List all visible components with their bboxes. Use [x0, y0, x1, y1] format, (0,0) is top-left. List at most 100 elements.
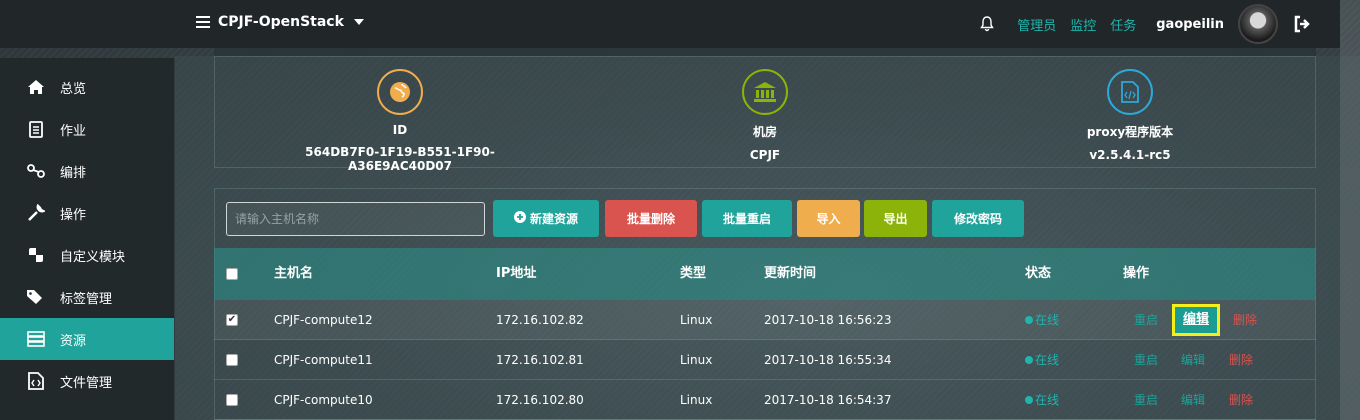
delete-link[interactable]: 删除 — [1229, 340, 1253, 380]
header-hostname: 主机名 — [274, 266, 314, 281]
new-resource-label: 新建资源 — [529, 212, 578, 226]
status-cell: 在线 — [1025, 340, 1059, 380]
sidebar-item-label: 作业 — [60, 123, 87, 139]
sidebar-item-tags[interactable]: 标签管理 — [0, 276, 174, 318]
sidebar-item-custom-module[interactable]: 自定义模块 — [0, 234, 174, 276]
project-name: CPJF-OpenStack — [218, 14, 344, 30]
edit-link[interactable]: 编辑 — [1172, 304, 1220, 336]
domain-room-block: 机房 CPJF — [635, 69, 895, 162]
table-header: 主机名 IP地址 类型 更新时间 状态 操作 — [214, 248, 1316, 300]
edit-link[interactable]: 编辑 — [1181, 380, 1205, 420]
restart-link[interactable]: 重启 — [1134, 340, 1158, 380]
username[interactable]: gaopeilin — [1156, 17, 1224, 32]
row-checkbox[interactable] — [226, 354, 238, 366]
restart-link[interactable]: 重启 — [1134, 380, 1158, 420]
row-checkbox[interactable] — [226, 394, 238, 406]
online-dot-icon — [1025, 396, 1033, 404]
status-cell: 在线 — [1025, 300, 1059, 340]
delete-link[interactable]: 删除 — [1229, 380, 1253, 420]
batch-delete-button[interactable]: 批量删除 — [605, 200, 697, 237]
list-icon — [196, 16, 210, 28]
file-code-icon — [26, 371, 46, 391]
page-scrollbar[interactable] — [1340, 0, 1360, 420]
sidebar-item-label: 自定义模块 — [60, 249, 126, 265]
sidebar: 总览 作业 编排 操作 自定义模块 标签管理 资源 文件管理 — [0, 66, 174, 402]
hostname-cell: CPJF-compute12 — [274, 313, 373, 327]
header-actions: 操作 — [1123, 266, 1150, 281]
globe-icon — [377, 69, 423, 115]
export-button[interactable]: 导出 — [864, 200, 927, 237]
project-switcher[interactable]: CPJF-OpenStack — [196, 14, 364, 30]
header-updated: 更新时间 — [764, 266, 817, 281]
status-cell: 在线 — [1025, 380, 1059, 420]
module-icon — [26, 245, 46, 265]
server-icon — [26, 329, 46, 349]
id-label: ID — [392, 123, 408, 137]
sidebar-item-label: 操作 — [60, 207, 87, 223]
edit-link[interactable]: 编辑 — [1181, 340, 1205, 380]
online-dot-icon — [1025, 356, 1033, 364]
logout-icon[interactable] — [1292, 14, 1312, 34]
file-code-icon — [1107, 69, 1153, 115]
status-text: 在线 — [1035, 393, 1060, 407]
top-bar: CPJF-OpenStack 管理员 监控 任务 gaopeilin — [0, 0, 1340, 48]
ip-cell: 172.16.102.80 — [496, 393, 584, 407]
tasks-link[interactable]: 任务 — [1110, 15, 1136, 34]
updated-cell: 2017-10-18 16:56:23 — [764, 313, 892, 327]
online-dot-icon — [1025, 316, 1033, 324]
batch-restart-button[interactable]: 批量重启 — [702, 200, 792, 237]
select-all-checkbox[interactable] — [226, 268, 238, 280]
sidebar-item-overview[interactable]: 总览 — [0, 66, 174, 108]
tags-icon — [26, 287, 46, 307]
ip-cell: 172.16.102.82 — [496, 313, 584, 327]
room-value: CPJF — [749, 148, 781, 162]
type-cell: Linux — [680, 313, 713, 327]
proxy-label: proxy程序版本 — [1086, 125, 1174, 139]
updated-cell: 2017-10-18 16:54:37 — [764, 393, 892, 407]
table-row: CPJF-compute11 172.16.102.81 Linux 2017-… — [214, 340, 1316, 380]
header-type: 类型 — [680, 266, 707, 281]
room-label: 机房 — [752, 125, 777, 139]
sidebar-item-label: 资源 — [60, 333, 87, 349]
sidebar-item-files[interactable]: 文件管理 — [0, 360, 174, 402]
type-cell: Linux — [680, 393, 713, 407]
plus-circle-icon — [513, 211, 526, 226]
caret-down-icon — [353, 19, 364, 25]
sidebar-item-label: 总览 — [60, 81, 87, 97]
monitor-link[interactable]: 监控 — [1070, 15, 1096, 34]
row-checkbox[interactable]: ✔ — [226, 314, 238, 326]
avatar[interactable] — [1238, 4, 1278, 44]
sidebar-item-jobs[interactable]: 作业 — [0, 108, 174, 150]
host-search-input[interactable] — [226, 202, 485, 236]
wrench-icon — [26, 203, 46, 223]
link-icon — [26, 161, 46, 181]
type-cell: Linux — [680, 353, 713, 367]
import-button[interactable]: 导入 — [797, 200, 860, 237]
header-ip: IP地址 — [496, 266, 537, 281]
home-icon — [26, 77, 46, 97]
hostname-cell: CPJF-compute11 — [274, 353, 373, 367]
status-text: 在线 — [1035, 313, 1060, 327]
sidebar-item-orchestration[interactable]: 编排 — [0, 150, 174, 192]
id-value: 564DB7F0-1F19-B551-1F90-A36E9AC40D07 — [305, 145, 495, 173]
domain-info-panel: ID 564DB7F0-1F19-B551-1F90-A36E9AC40D07 … — [214, 56, 1316, 173]
clipboard-icon — [26, 119, 46, 139]
admin-link[interactable]: 管理员 — [1017, 15, 1056, 34]
delete-link[interactable]: 删除 — [1233, 300, 1257, 340]
sidebar-item-operations[interactable]: 操作 — [0, 192, 174, 234]
change-password-button[interactable]: 修改密码 — [932, 200, 1024, 237]
restart-link[interactable]: 重启 — [1134, 300, 1158, 340]
sidebar-item-label: 编排 — [60, 165, 87, 181]
updated-cell: 2017-10-18 16:55:34 — [764, 353, 892, 367]
bell-icon[interactable] — [979, 16, 995, 32]
table-row: CPJF-compute10 172.16.102.80 Linux 2017-… — [214, 380, 1316, 420]
sidebar-item-resources[interactable]: 资源 — [0, 318, 174, 360]
table-row: ✔ CPJF-compute12 172.16.102.82 Linux 201… — [214, 300, 1316, 340]
proxy-value: v2.5.4.1-rc5 — [1089, 148, 1171, 162]
ip-cell: 172.16.102.81 — [496, 353, 584, 367]
domain-proxy-block: proxy程序版本 v2.5.4.1-rc5 — [1000, 69, 1260, 162]
domain-id-block: ID 564DB7F0-1F19-B551-1F90-A36E9AC40D07 — [270, 69, 530, 173]
bank-icon — [742, 69, 788, 115]
new-resource-button[interactable]: 新建资源 — [493, 200, 599, 237]
header-status: 状态 — [1025, 266, 1052, 281]
